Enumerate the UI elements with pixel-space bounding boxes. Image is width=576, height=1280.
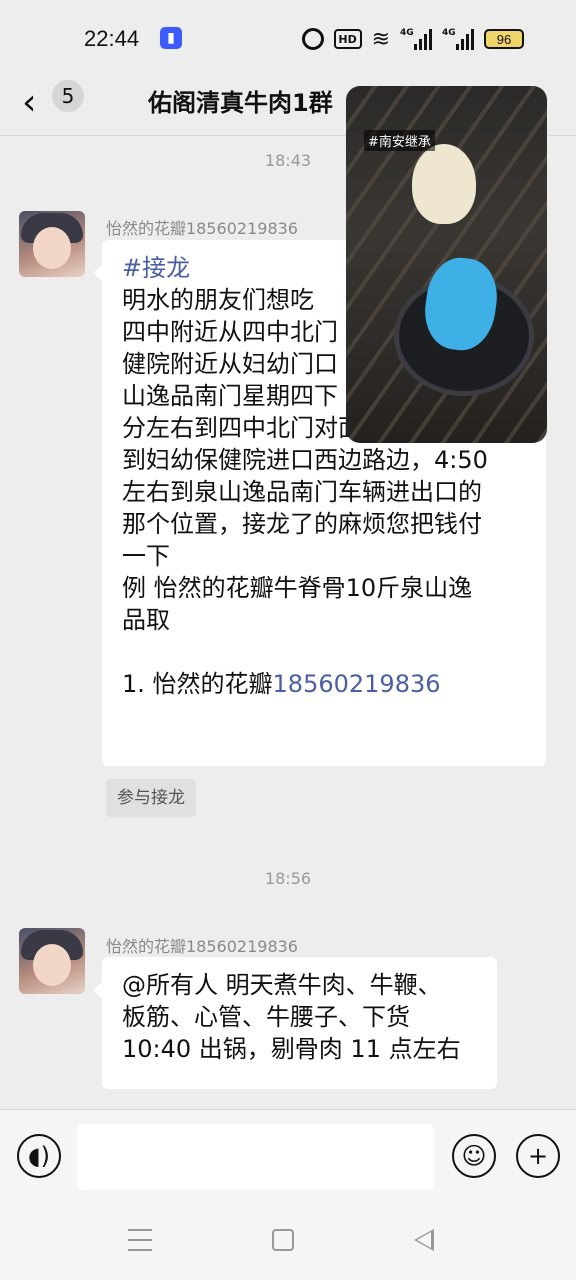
unread-count-badge[interactable]: 5 xyxy=(52,80,84,112)
flashlight-icon: ▮ xyxy=(160,27,182,49)
join-solitaire-button[interactable]: 参与接龙 xyxy=(106,779,196,817)
floating-video-window[interactable]: #南安继承 xyxy=(346,86,547,443)
message-line: 板筋、心管、牛腰子、下货 xyxy=(122,1003,410,1031)
status-bar: 22:44 ▮ HD ≋ 4G 4G 96 xyxy=(0,0,576,78)
message-line xyxy=(122,636,526,668)
avatar[interactable] xyxy=(19,211,85,277)
message-line: 10:40 出锅，剔骨肉 11 点左右 xyxy=(122,1035,461,1063)
message-bubble[interactable]: @所有人 明天煮牛肉、牛鞭、 板筋、心管、牛腰子、下货 10:40 出锅，剔骨肉… xyxy=(93,957,497,1089)
message-line: 一下 xyxy=(122,542,170,570)
wifi-icon: ≋ xyxy=(371,26,390,52)
signal-icon: 4G xyxy=(400,28,432,50)
avatar[interactable] xyxy=(19,928,85,994)
message-line: 左右到泉山逸品南门车辆进出口的 xyxy=(122,478,482,506)
plus-icon[interactable]: + xyxy=(516,1134,560,1178)
status-icons: HD ≋ 4G 4G 96 xyxy=(301,24,524,54)
back-icon[interactable]: ‹ xyxy=(22,84,52,124)
egg-shell xyxy=(412,144,476,224)
signal-icon: 4G xyxy=(442,28,474,50)
nav-back-icon[interactable] xyxy=(414,1229,434,1251)
message-line: 品取 xyxy=(122,606,170,634)
status-time: 22:44 xyxy=(84,26,140,51)
battery-icon: 96 xyxy=(484,29,524,49)
message-line: @所有人 明天煮牛肉、牛鞭、 xyxy=(122,971,442,999)
phone-link[interactable]: 18560219836 xyxy=(273,670,441,698)
message-line: 例 怡然的花瓣牛脊骨10斤泉山逸 xyxy=(122,574,473,602)
sender-name: 怡然的花瓣18560219836 xyxy=(106,219,298,238)
home-icon[interactable] xyxy=(272,1229,294,1251)
voice-icon[interactable]: ◖) xyxy=(17,1134,61,1178)
message-line: 到妇幼保健院进口西边路边，4:50 xyxy=(122,446,488,474)
message-timestamp: 18:56 xyxy=(264,869,312,888)
message-input[interactable] xyxy=(77,1124,434,1190)
message-line: 那个位置，接龙了的麻烦您把钱付 xyxy=(122,510,482,538)
input-bar: ◖) ☺ + xyxy=(0,1109,576,1205)
hd-icon: HD xyxy=(333,29,362,49)
solitaire-entry: 1. 怡然的花瓣18560219836 xyxy=(122,668,526,700)
entry-name: 1. 怡然的花瓣 xyxy=(122,670,273,698)
video-hashtag-label: #南安继承 xyxy=(364,130,435,151)
emoji-icon[interactable]: ☺ xyxy=(452,1134,496,1178)
system-nav-bar xyxy=(0,1205,576,1280)
recents-icon[interactable] xyxy=(128,1229,152,1251)
sender-name: 怡然的花瓣18560219836 xyxy=(106,937,298,956)
alarm-icon xyxy=(301,28,324,50)
